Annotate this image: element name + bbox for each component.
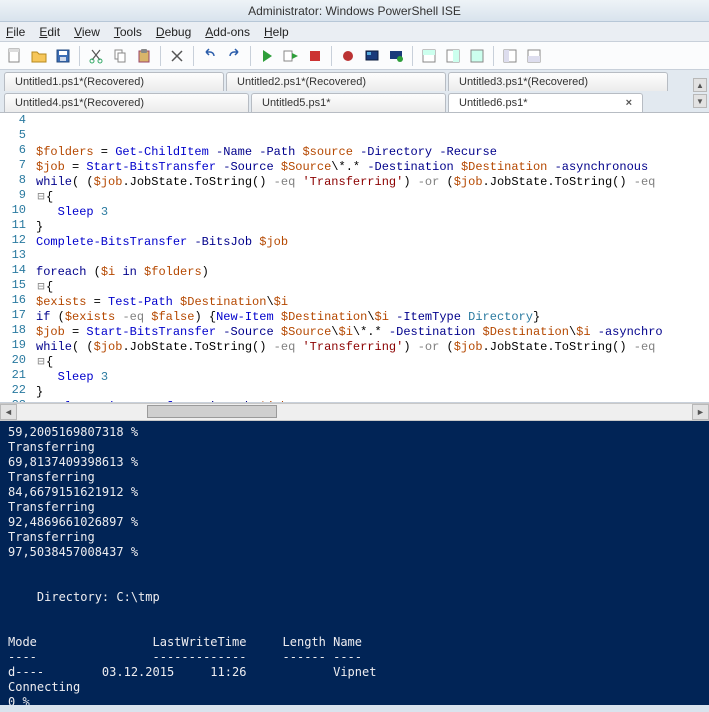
redo-button[interactable] [223,45,245,67]
script-editor[interactable]: 456789101112131415161718192021222324 $fo… [0,113,709,403]
menu-edit[interactable]: Edit [39,25,60,39]
tab-scroll: ▲ ▼ [693,78,707,108]
save-button[interactable] [52,45,74,67]
tab-scroll-up[interactable]: ▲ [693,78,707,92]
scroll-thumb[interactable] [147,405,277,418]
clear-button[interactable] [166,45,188,67]
toolbar [0,42,709,70]
code-area[interactable]: $folders = Get-ChildItem -Name -Path $so… [36,115,709,403]
scroll-right-button[interactable]: ► [692,404,709,420]
start-remote-button[interactable] [385,45,407,67]
window-title: Administrator: Windows PowerShell ISE [248,4,461,18]
undo-button[interactable] [199,45,221,67]
menu-file[interactable]: File [6,25,25,39]
breakpoint-button[interactable] [337,45,359,67]
run-selection-button[interactable] [280,45,302,67]
tab-untitled3[interactable]: Untitled3.ps1*(Recovered) [448,72,668,91]
close-icon[interactable]: × [626,97,632,109]
tab-untitled5[interactable]: Untitled5.ps1* [251,93,446,112]
show-command-addon-button[interactable] [499,45,521,67]
tabs-row-1: Untitled1.ps1*(Recovered) Untitled2.ps1*… [0,70,709,91]
show-script-pane-max-button[interactable] [466,45,488,67]
copy-button[interactable] [109,45,131,67]
new-remote-tab-button[interactable] [361,45,383,67]
scroll-track[interactable] [17,404,692,420]
open-file-button[interactable] [28,45,50,67]
menu-view[interactable]: View [74,25,100,39]
menu-debug[interactable]: Debug [156,25,191,39]
window-titlebar: Administrator: Windows PowerShell ISE [0,0,709,22]
tab-untitled6[interactable]: Untitled6.ps1*× [448,93,643,112]
run-button[interactable] [256,45,278,67]
line-gutter: 456789101112131415161718192021222324 [0,113,30,403]
new-file-button[interactable] [4,45,26,67]
stop-button[interactable] [304,45,326,67]
show-script-pane-top-button[interactable] [418,45,440,67]
tabs-row-2: Untitled4.ps1*(Recovered) Untitled5.ps1*… [0,91,709,113]
menu-addons[interactable]: Add-ons [205,25,250,39]
menu-tools[interactable]: Tools [114,25,142,39]
menu-help[interactable]: Help [264,25,289,39]
console-pane[interactable]: 59,2005169807318 % Transferring 69,81374… [0,421,709,705]
tab-untitled2[interactable]: Untitled2.ps1*(Recovered) [226,72,446,91]
tab-untitled1[interactable]: Untitled1.ps1*(Recovered) [4,72,224,91]
tab-untitled4[interactable]: Untitled4.ps1*(Recovered) [4,93,249,112]
tab-scroll-down[interactable]: ▼ [693,94,707,108]
show-script-pane-right-button[interactable] [442,45,464,67]
paste-button[interactable] [133,45,155,67]
menubar: File Edit View Tools Debug Add-ons Help [0,22,709,42]
show-command-window-button[interactable] [523,45,545,67]
scroll-left-button[interactable]: ◄ [0,404,17,420]
horizontal-scrollbar[interactable]: ◄ ► [0,403,709,421]
cut-button[interactable] [85,45,107,67]
